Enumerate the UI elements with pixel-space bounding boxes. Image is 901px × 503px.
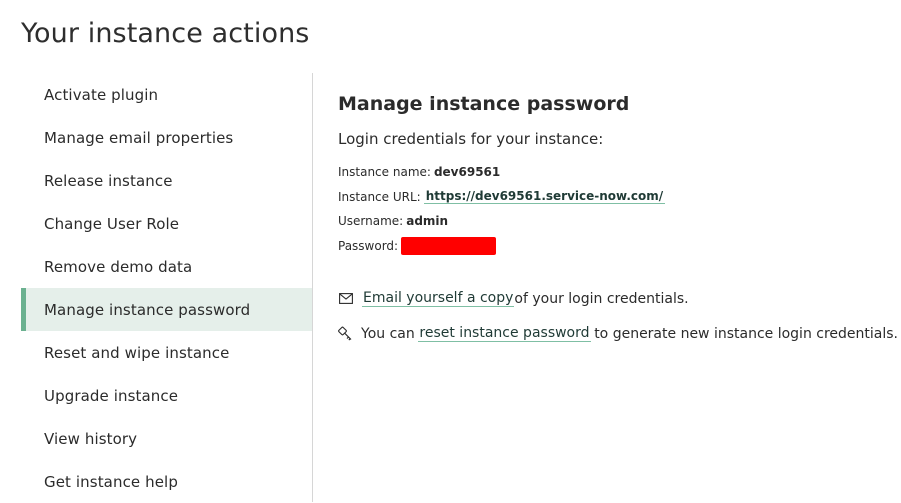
sidebar-item-activate-plugin[interactable]: Activate plugin bbox=[21, 73, 312, 116]
password-label: Password: bbox=[338, 239, 399, 254]
password-panel: Manage instance password Login credentia… bbox=[338, 88, 898, 351]
envelope-icon bbox=[338, 291, 354, 307]
panel-title: Manage instance password bbox=[338, 93, 630, 115]
sidebar-item-manage-instance-password[interactable]: Manage instance password bbox=[21, 288, 312, 331]
reset-suffix: to generate new instance login credentia… bbox=[594, 325, 898, 342]
instance-name-value: dev69561 bbox=[433, 165, 501, 180]
password-row: Password: bbox=[338, 234, 898, 259]
email-copy-row: Email yourself a copy of your login cred… bbox=[338, 281, 898, 316]
instance-url-row: Instance URL: https://dev69561.service-n… bbox=[338, 185, 898, 210]
instance-name-row: Instance name: dev69561 bbox=[338, 160, 898, 185]
sidebar-item-upgrade-instance[interactable]: Upgrade instance bbox=[21, 374, 312, 417]
instance-url-link[interactable]: https://dev69561.service-now.com/ bbox=[423, 189, 666, 205]
username-row: Username: admin bbox=[338, 209, 898, 234]
reset-prefix: You can bbox=[361, 325, 415, 342]
credentials-list: Instance name: dev69561 Instance URL: ht… bbox=[338, 160, 898, 258]
username-value: admin bbox=[406, 214, 449, 229]
sidebar-item-remove-demo-data[interactable]: Remove demo data bbox=[21, 245, 312, 288]
sidebar-item-reset-and-wipe-instance[interactable]: Reset and wipe instance bbox=[21, 331, 312, 374]
reset-password-link[interactable]: reset instance password bbox=[418, 325, 591, 343]
email-copy-suffix: of your login credentials. bbox=[514, 290, 689, 307]
page-title: Your instance actions bbox=[21, 18, 310, 49]
sidebar-item-release-instance[interactable]: Release instance bbox=[21, 159, 312, 202]
password-redacted-value bbox=[401, 237, 497, 256]
email-copy-link[interactable]: Email yourself a copy bbox=[362, 290, 515, 308]
key-icon bbox=[338, 326, 353, 342]
instance-name-label: Instance name: bbox=[338, 165, 431, 180]
credentials-intro: Login credentials for your instance: bbox=[338, 130, 604, 148]
instance-url-label: Instance URL: bbox=[338, 189, 421, 204]
sidebar-menu: Activate plugin Manage email properties … bbox=[21, 73, 313, 502]
sidebar-item-view-history[interactable]: View history bbox=[21, 417, 312, 460]
password-actions: Email yourself a copy of your login cred… bbox=[338, 281, 898, 351]
username-label: Username: bbox=[338, 214, 404, 229]
reset-password-row: You can reset instance password to gener… bbox=[338, 316, 898, 351]
sidebar-item-manage-email-properties[interactable]: Manage email properties bbox=[21, 116, 312, 159]
sidebar-item-change-user-role[interactable]: Change User Role bbox=[21, 202, 312, 245]
sidebar-item-get-instance-help[interactable]: Get instance help bbox=[21, 460, 312, 503]
